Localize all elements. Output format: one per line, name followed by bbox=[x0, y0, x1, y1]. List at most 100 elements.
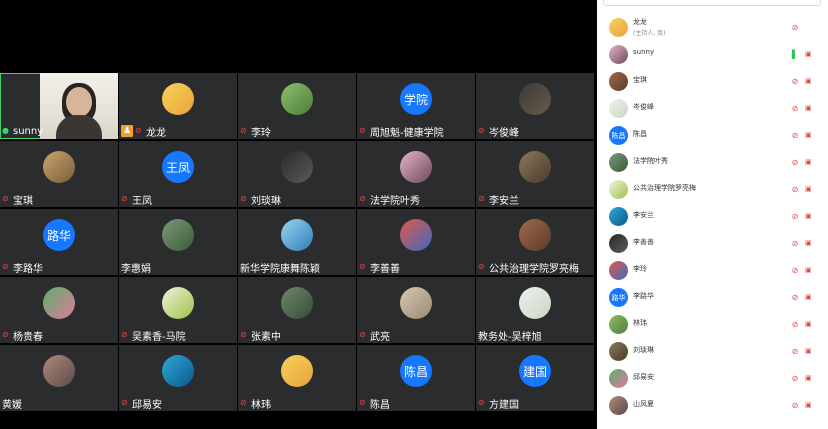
video-tile[interactable]: ⊘ 刘琰琳 bbox=[238, 141, 356, 207]
tile-nameplate: ⊘ 李玲 bbox=[240, 124, 271, 138]
video-tile[interactable]: ⊘ 李善善 bbox=[357, 209, 475, 275]
mic-muted-icon: ⊘ bbox=[121, 330, 128, 339]
avatar-image bbox=[609, 261, 628, 280]
mic-muted-icon: ⊘ bbox=[359, 262, 366, 271]
mic-muted-icon[interactable]: ⊘ bbox=[791, 76, 799, 87]
video-tile[interactable]: ⊘ 公共治理学院罗亮梅 bbox=[476, 209, 594, 275]
participant-list-item[interactable]: 李善善 ⊘ ▣ bbox=[597, 230, 828, 257]
mic-muted-icon[interactable]: ⊘ bbox=[791, 319, 799, 330]
camera-off-icon[interactable]: ▣ bbox=[805, 103, 815, 114]
video-tile[interactable]: ⊘ 李玲 bbox=[238, 73, 356, 139]
participant-list-item[interactable]: 龙龙 (主持人, 我) ⊘ bbox=[597, 14, 828, 41]
camera-off-icon[interactable]: ▣ bbox=[805, 184, 815, 195]
camera-off-icon[interactable]: ▣ bbox=[805, 265, 815, 276]
avatar-image bbox=[43, 287, 75, 319]
mic-muted-icon: ⊘ bbox=[121, 194, 128, 203]
camera-off-icon[interactable]: ▣ bbox=[805, 211, 815, 222]
video-tile[interactable]: 黄媛 bbox=[0, 345, 118, 411]
participant-name: 李玲 bbox=[251, 127, 271, 139]
video-tile[interactable]: 王凤 ⊘ 王凤 bbox=[119, 141, 237, 207]
participant-list-item[interactable]: 法学院叶秀 ⊘ ▣ bbox=[597, 149, 828, 176]
grid-row: ⊘ 杨贵春 ⊘ 吴素香-马院 ⊘ 张素中 ⊘ 武亮 教务处-吴梓旭 bbox=[0, 276, 596, 344]
video-tile[interactable]: ⊘ 邱易安 bbox=[119, 345, 237, 411]
participant-list-item[interactable]: 邱易安 ⊘ ▣ bbox=[597, 365, 828, 392]
camera-off-icon[interactable]: ▣ bbox=[805, 292, 815, 303]
camera-off-icon[interactable]: ▣ bbox=[805, 319, 815, 330]
video-tile[interactable]: 新华学院康舞陈颖 bbox=[238, 209, 356, 275]
camera-off-icon[interactable]: ▣ bbox=[805, 346, 815, 357]
grid-row: 路华 ⊘ 李路华 李惠娟 新华学院康舞陈颖 ⊘ 李善善 ⊘ 公共治理学院罗亮梅 bbox=[0, 208, 596, 276]
participant-search-input[interactable] bbox=[603, 0, 821, 6]
participant-list-item[interactable]: 李玲 ⊘ ▣ bbox=[597, 257, 828, 284]
participant-name: 陈昌 bbox=[370, 399, 390, 411]
camera-off-icon[interactable]: ▣ bbox=[805, 157, 815, 168]
mic-muted-icon: ⊘ bbox=[240, 126, 247, 135]
mic-muted-icon[interactable]: ⊘ bbox=[791, 211, 799, 222]
camera-off-icon[interactable]: ▣ bbox=[805, 76, 815, 87]
video-tile[interactable]: ⊘ 岑俊峰 bbox=[476, 73, 594, 139]
mic-muted-icon[interactable]: ⊘ bbox=[791, 265, 799, 276]
participant-list-item[interactable]: 刘琰琳 ⊘ ▣ bbox=[597, 338, 828, 365]
camera-off-icon[interactable]: ▣ bbox=[805, 373, 815, 384]
tile-nameplate: ⊘ 张素中 bbox=[240, 328, 281, 342]
mic-on-icon[interactable]: ▌ bbox=[791, 49, 799, 60]
avatar-image bbox=[162, 219, 194, 251]
camera-off-icon[interactable]: ▣ bbox=[805, 400, 815, 411]
video-tile[interactable]: ⊘ 张素中 bbox=[238, 277, 356, 343]
mic-muted-icon[interactable]: ⊘ bbox=[791, 400, 799, 411]
video-tile[interactable]: 教务处-吴梓旭 bbox=[476, 277, 594, 343]
video-tile[interactable]: ⊘ 武亮 bbox=[357, 277, 475, 343]
participant-list-item[interactable]: 山风夏 ⊘ ▣ bbox=[597, 392, 828, 419]
participant-list-item[interactable]: 林玮 ⊘ ▣ bbox=[597, 311, 828, 338]
video-tile[interactable]: ⊘ 法学院叶秀 bbox=[357, 141, 475, 207]
mic-muted-icon: ⊘ bbox=[2, 262, 9, 271]
mic-muted-icon[interactable]: ⊘ bbox=[791, 346, 799, 357]
video-tile[interactable]: ⊘ 李安兰 bbox=[476, 141, 594, 207]
mic-muted-icon: ⊘ bbox=[359, 330, 366, 339]
participant-list-item[interactable]: 宝琪 ⊘ ▣ bbox=[597, 68, 828, 95]
avatar-image bbox=[609, 180, 628, 199]
video-tile[interactable]: 学院 ⊘ 周旭魁-健康学院 bbox=[357, 73, 475, 139]
video-tile[interactable]: 陈昌 ⊘ 陈昌 bbox=[357, 345, 475, 411]
video-tile[interactable]: ⊘ 吴素香-马院 bbox=[119, 277, 237, 343]
participant-list-item[interactable]: sunny ▌ ▣ bbox=[597, 41, 828, 68]
participant-list-name: 李善善 bbox=[633, 238, 654, 246]
mic-muted-icon[interactable]: ⊘ bbox=[791, 157, 799, 168]
mic-muted-icon[interactable]: ⊘ bbox=[791, 238, 799, 249]
video-tile[interactable]: ⊘ 杨贵春 bbox=[0, 277, 118, 343]
video-tile[interactable]: 李惠娟 bbox=[119, 209, 237, 275]
participant-list-item[interactable]: 岑俊峰 ⊘ ▣ bbox=[597, 95, 828, 122]
tile-nameplate: ⊘ 法学院叶秀 bbox=[359, 192, 420, 206]
avatar-image bbox=[400, 219, 432, 251]
camera-off-icon[interactable]: ▣ bbox=[805, 130, 815, 141]
camera-off-icon[interactable]: ▣ bbox=[805, 238, 815, 249]
mic-muted-icon[interactable]: ⊘ bbox=[791, 292, 799, 303]
mic-muted-icon[interactable]: ⊘ bbox=[791, 130, 799, 141]
participant-name: 王凤 bbox=[132, 195, 152, 207]
tile-nameplate: ⊘ 方建国 bbox=[478, 396, 519, 410]
avatar-image bbox=[519, 287, 551, 319]
video-tile[interactable]: ♟ ⊘ 龙龙 bbox=[119, 73, 237, 139]
avatar-image bbox=[281, 355, 313, 387]
mic-muted-icon[interactable]: ⊘ bbox=[791, 103, 799, 114]
host-badge-icon: ♟ bbox=[121, 125, 133, 137]
video-tile[interactable]: ⊘ 林玮 bbox=[238, 345, 356, 411]
mic-muted-icon: ⊘ bbox=[478, 262, 485, 271]
participant-list-item[interactable]: 路华 李路华 ⊘ ▣ bbox=[597, 284, 828, 311]
avatar-image bbox=[162, 287, 194, 319]
video-tile[interactable]: 路华 ⊘ 李路华 bbox=[0, 209, 118, 275]
mic-muted-icon[interactable]: ⊘ bbox=[791, 22, 799, 33]
tile-nameplate: 新华学院康舞陈颖 bbox=[240, 260, 320, 275]
participant-list-item[interactable]: 公共治理学院罗亮梅 ⊘ ▣ bbox=[597, 176, 828, 203]
video-tile[interactable]: ⊘ 宝琪 bbox=[0, 141, 118, 207]
video-tile[interactable]: 建国 ⊘ 方建国 bbox=[476, 345, 594, 411]
participant-role: (主持人, 我) bbox=[633, 30, 666, 37]
video-tile[interactable]: ● sunny bbox=[0, 73, 118, 139]
camera-off-icon[interactable]: ▣ bbox=[805, 49, 815, 60]
participant-list-item[interactable]: 李安兰 ⊘ ▣ bbox=[597, 203, 828, 230]
mic-muted-icon[interactable]: ⊘ bbox=[791, 373, 799, 384]
mic-muted-icon[interactable]: ⊘ bbox=[791, 184, 799, 195]
mic-muted-icon: ⊘ bbox=[240, 194, 247, 203]
participant-list-item[interactable]: 陈昌 陈昌 ⊘ ▣ bbox=[597, 122, 828, 149]
avatar-image bbox=[609, 153, 628, 172]
